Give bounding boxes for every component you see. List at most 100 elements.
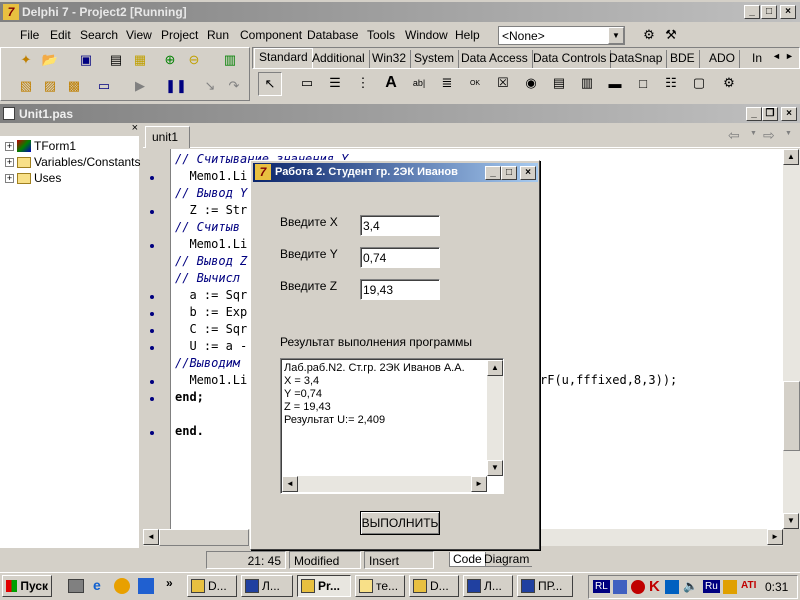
memo-scroll-left-icon[interactable]: ◄ (282, 476, 298, 492)
scroll-up-icon[interactable]: ▲ (783, 149, 799, 165)
menu-project[interactable]: Project (161, 28, 198, 42)
ie-icon[interactable]: e (93, 577, 101, 593)
minimize-button[interactable]: _ (744, 5, 760, 19)
checkbox-icon[interactable]: ☒ (492, 73, 514, 93)
view-form-icon[interactable]: ▨ (39, 76, 61, 96)
memo-scroll-right-icon[interactable]: ► (471, 476, 487, 492)
memo-icon[interactable]: ≣ (436, 73, 458, 93)
new-icon[interactable]: ✦ (15, 50, 37, 70)
input-z[interactable]: 19,43 (360, 279, 440, 300)
memo-vertical-scrollbar[interactable]: ▲ ▼ (487, 360, 503, 476)
button-icon[interactable]: OK (464, 73, 486, 93)
step-over-icon[interactable]: ↷ (223, 76, 245, 96)
breakpoint-dot-icon[interactable] (150, 346, 154, 350)
task-word-3[interactable]: ПР... (517, 575, 573, 597)
show-desktop-icon[interactable] (68, 579, 84, 593)
open-icon[interactable]: 📂 (39, 50, 61, 70)
menu-view[interactable]: View (126, 28, 152, 42)
memo-scroll-down-icon[interactable]: ▼ (487, 460, 503, 476)
scroll-thumb[interactable] (783, 381, 800, 451)
menu-edit[interactable]: Edit (50, 28, 71, 42)
forward-dropdown-icon[interactable]: ▼ (785, 130, 792, 137)
scroll-right-icon[interactable]: ► (767, 529, 783, 545)
menu-search[interactable]: Search (80, 28, 118, 42)
quicklaunch-more-icon[interactable]: » (166, 576, 173, 590)
result-memo[interactable]: Лаб.раб.N2. Ст.гр. 2ЭК Иванов А.А. X = 3… (280, 358, 504, 494)
popupmenu-icon[interactable]: ⋮ (352, 73, 374, 93)
tray-rl[interactable]: RL (593, 580, 610, 593)
tree-item-variables[interactable]: + Variables/Constants (5, 155, 141, 169)
add-file-icon[interactable]: ⊕ (159, 50, 181, 70)
memo-horizontal-scrollbar[interactable]: ◄ ► (282, 476, 487, 492)
tab-diagram[interactable]: Diagram (481, 552, 533, 567)
label-icon[interactable]: A (380, 73, 402, 93)
task-word-2[interactable]: Л... (463, 575, 513, 597)
breakpoint-dot-icon[interactable] (150, 295, 154, 299)
groupbox-icon[interactable]: □ (632, 73, 654, 93)
trace-into-icon[interactable]: ↘ (199, 76, 221, 96)
palette-tab-win32[interactable]: Win32 (368, 50, 412, 68)
media-player-icon[interactable] (114, 578, 130, 594)
volume-icon[interactable]: 🔈 (683, 579, 698, 593)
input-y[interactable]: 0,74 (360, 247, 440, 268)
open-project-icon[interactable]: ▦ (129, 50, 151, 70)
palette-tab-ado[interactable]: ADO (705, 50, 741, 68)
expand-icon[interactable]: + (5, 173, 14, 183)
editor-title-bar[interactable]: Unit1.pas _ ❐ × (0, 104, 800, 123)
panel-icon[interactable]: ▢ (688, 73, 710, 93)
close-button[interactable]: × (780, 5, 796, 19)
expand-icon[interactable]: + (5, 157, 14, 167)
menu-run[interactable]: Run (207, 28, 229, 42)
combobox-icon[interactable]: ▥ (576, 73, 598, 93)
menu-component[interactable]: Component (240, 28, 302, 42)
remove-file-icon[interactable]: ⊖ (183, 50, 205, 70)
chevron-down-icon[interactable]: ▼ (608, 27, 624, 44)
explorer-close-icon[interactable]: × (132, 122, 138, 134)
breakpoint-dot-icon[interactable] (150, 431, 154, 435)
tree-item-uses[interactable]: + Uses (5, 171, 61, 185)
menu-window[interactable]: Window (405, 28, 448, 42)
palette-tab-standard[interactable]: Standard (254, 48, 313, 68)
scroll-left-icon[interactable]: ◄ (143, 529, 159, 545)
toggle-form-icon[interactable]: ▩ (63, 76, 85, 96)
palette-tab-datasnap[interactable]: DataSnap (605, 50, 668, 68)
language-indicator[interactable]: Ru (703, 580, 720, 593)
input-x[interactable]: 3,4 (360, 215, 440, 236)
dialog-title-bar[interactable]: 7 Работа 2. Студент гр. 2ЭК Иванов _ □ × (253, 163, 538, 182)
breakpoint-dot-icon[interactable] (150, 244, 154, 248)
breakpoint-dot-icon[interactable] (150, 312, 154, 316)
task-delphi-2[interactable]: D... (409, 575, 459, 597)
run-icon[interactable]: ▶ (129, 76, 151, 96)
pause-icon[interactable]: ❚❚ (165, 76, 187, 96)
listbox-icon[interactable]: ▤ (548, 73, 570, 93)
scrollbar-icon[interactable]: ▬ (604, 73, 626, 93)
task-delphi-1[interactable]: D... (187, 575, 237, 597)
breakpoint-dot-icon[interactable] (150, 210, 154, 214)
ati-icon[interactable]: ATI (741, 580, 756, 591)
back-dropdown-icon[interactable]: ▼ (750, 130, 757, 137)
task-folder[interactable]: те... (355, 575, 405, 597)
breakpoint-dot-icon[interactable] (150, 380, 154, 384)
back-arrow-icon[interactable]: ⇦ (728, 127, 740, 144)
menu-help[interactable]: Help (455, 28, 480, 42)
dialog-close-button[interactable]: × (520, 166, 536, 180)
actionlist-icon[interactable]: ⚙ (718, 73, 740, 93)
scroll-down-icon[interactable]: ▼ (783, 513, 799, 529)
maximize-button[interactable]: □ (761, 5, 777, 19)
save-icon[interactable]: ▣ (75, 50, 97, 70)
network-icon[interactable] (613, 580, 627, 594)
menu-file[interactable]: File (20, 28, 39, 42)
breakpoint-dot-icon[interactable] (150, 329, 154, 333)
dialog-minimize-button[interactable]: _ (485, 166, 501, 180)
tab-unit1[interactable]: unit1 (145, 126, 190, 148)
start-button[interactable]: Пуск (2, 575, 52, 597)
tool-icon[interactable] (723, 580, 737, 594)
help-book-icon[interactable]: ▥ (219, 50, 241, 70)
antivirus-icon[interactable] (631, 580, 645, 594)
palette-scroll-right-icon[interactable]: ► (785, 51, 794, 61)
task-word-1[interactable]: Л... (241, 575, 293, 597)
forward-arrow-icon[interactable]: ⇨ (763, 127, 775, 144)
menu-database[interactable]: Database (307, 28, 358, 42)
editor-vertical-scrollbar[interactable]: ▲ ▼ (783, 149, 800, 529)
expand-icon[interactable]: + (5, 141, 14, 151)
